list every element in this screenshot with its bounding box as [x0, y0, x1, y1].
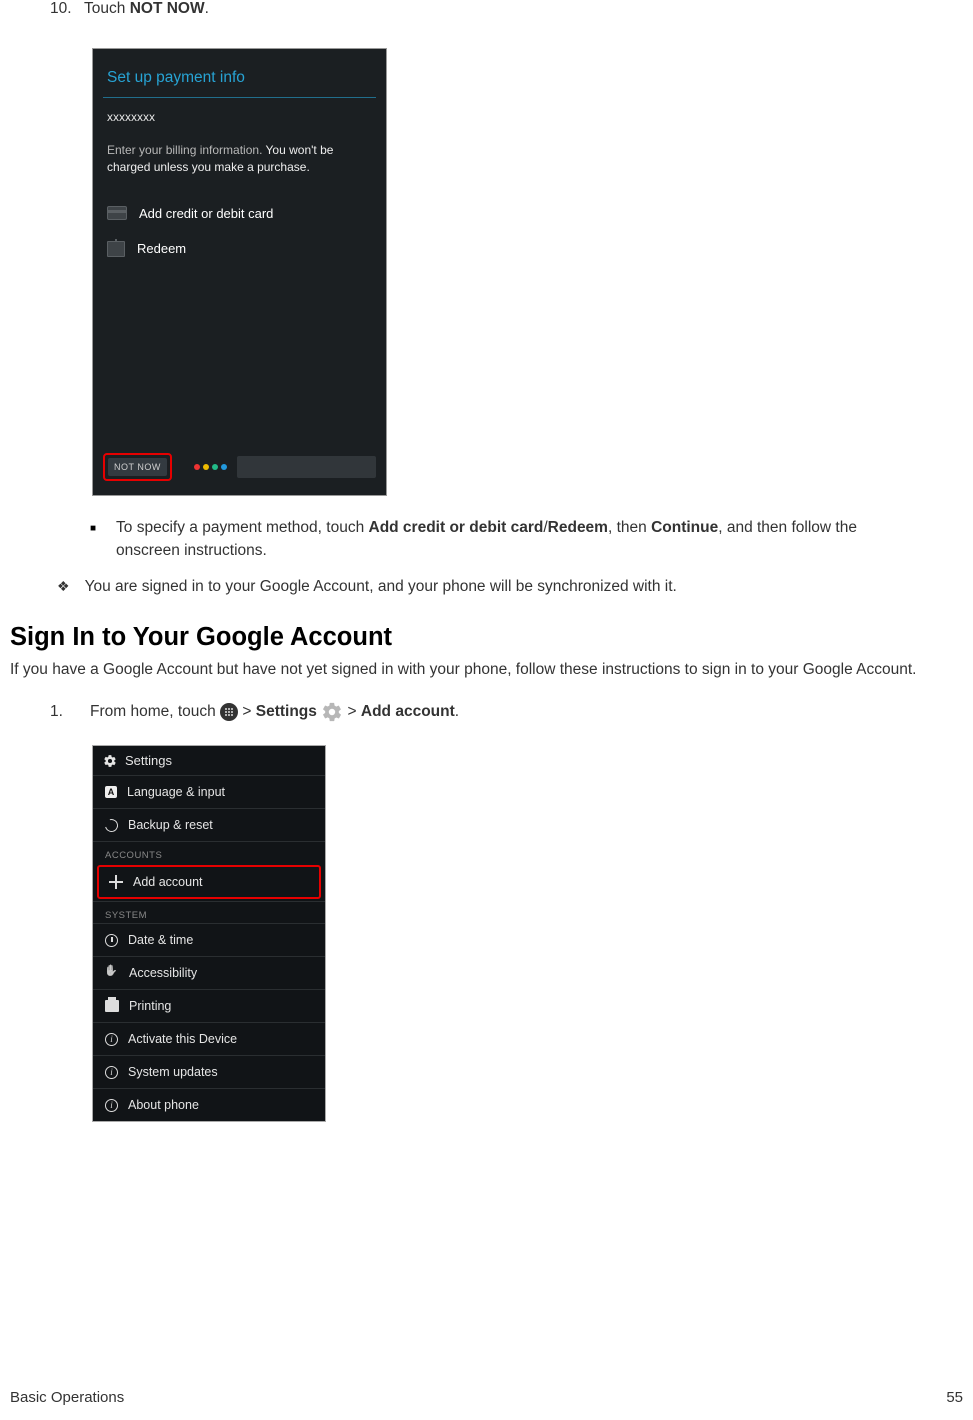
step-number: 1.	[50, 703, 80, 721]
row-add-account: Add account	[99, 867, 319, 897]
plus-icon	[109, 875, 123, 889]
google-logo-icon	[194, 464, 227, 470]
info-icon	[105, 1033, 118, 1046]
footer-section: Basic Operations	[10, 1389, 124, 1406]
card-icon	[107, 206, 127, 220]
result-bullet: ❖ You are signed in to your Google Accou…	[57, 575, 963, 598]
info-icon	[105, 1099, 118, 1112]
step-number: 10.	[50, 0, 80, 18]
step-text-bold: NOT NOW	[130, 0, 205, 17]
option-label: Redeem	[137, 241, 186, 256]
step-text-prefix: Touch	[84, 0, 130, 17]
step-1: 1. From home, touch > Settings > Add acc…	[50, 701, 963, 723]
page-footer: Basic Operations 55	[10, 1389, 963, 1406]
keyboard-icon: A	[105, 786, 117, 798]
divider	[103, 97, 376, 98]
restore-icon	[103, 816, 121, 834]
not-now-button: NOT NOW	[108, 458, 167, 476]
option-add-card: Add credit or debit card	[93, 196, 386, 231]
screenshot-settings: Settings A Language & input Backup & res…	[92, 745, 326, 1122]
screenshot-description: Enter your billing information. You won'…	[93, 142, 386, 196]
step-text-suffix: .	[205, 0, 209, 17]
screenshot-payment-info: Set up payment info xxxxxxxx Enter your …	[92, 48, 387, 496]
section-system: SYSTEM	[93, 901, 325, 923]
option-label: Add credit or debit card	[139, 206, 273, 221]
square-bullet-icon: ■	[90, 521, 96, 536]
step-text: From home, touch > Settings > Add accoun…	[90, 701, 459, 723]
row-backup-reset: Backup & reset	[93, 808, 325, 841]
screenshot-account: xxxxxxxx	[93, 108, 386, 142]
result-text: You are signed in to your Google Account…	[85, 575, 677, 598]
apps-icon	[220, 703, 238, 721]
row-printing: Printing	[93, 989, 325, 1022]
row-system-updates: System updates	[93, 1055, 325, 1088]
intro-paragraph: If you have a Google Account but have no…	[10, 658, 963, 681]
settings-header: Settings	[93, 746, 325, 775]
info-icon	[105, 1066, 118, 1079]
not-now-highlight: NOT NOW	[103, 453, 172, 481]
section-heading: Sign In to Your Google Account	[10, 623, 963, 652]
printer-icon	[105, 1000, 119, 1012]
footer-page-number: 55	[946, 1389, 963, 1406]
sub-bullet-text: To specify a payment method, touch Add c…	[116, 516, 923, 563]
diamond-bullet-icon: ❖	[57, 576, 70, 597]
gear-icon	[103, 754, 117, 768]
section-accounts: ACCOUNTS	[93, 841, 325, 863]
header-label: Settings	[125, 753, 172, 768]
row-activate-device: Activate this Device	[93, 1022, 325, 1055]
settings-gear-icon	[321, 701, 343, 723]
clock-icon	[105, 934, 118, 947]
gift-icon	[107, 241, 125, 257]
row-accessibility: Accessibility	[93, 956, 325, 989]
continue-disabled	[237, 456, 376, 478]
row-date-time: Date & time	[93, 923, 325, 956]
step-10: 10. Touch NOT NOW.	[50, 0, 963, 18]
row-about-phone: About phone	[93, 1088, 325, 1121]
add-account-highlight: Add account	[97, 865, 321, 899]
screenshot-bottom-bar: NOT NOW	[103, 453, 376, 481]
screenshot-title: Set up payment info	[93, 67, 386, 97]
sub-bullet: ■ To specify a payment method, touch Add…	[90, 516, 963, 563]
hand-icon	[105, 967, 119, 979]
option-redeem: Redeem	[93, 231, 386, 267]
row-language-input: A Language & input	[93, 775, 325, 808]
